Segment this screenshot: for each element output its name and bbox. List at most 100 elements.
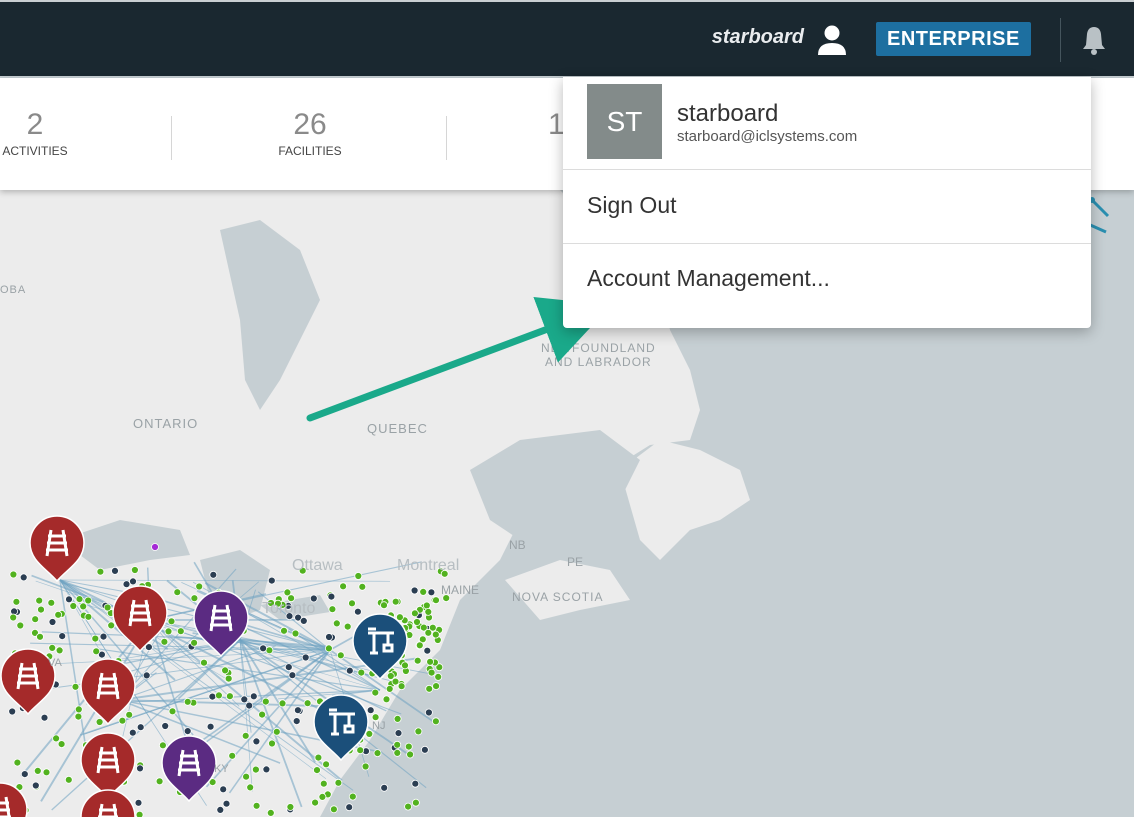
facility-dot[interactable]: [84, 612, 93, 621]
facility-dot[interactable]: [219, 785, 228, 794]
facility-dot[interactable]: [415, 641, 424, 650]
facility-dot[interactable]: [411, 779, 420, 788]
facility-dot[interactable]: [107, 621, 116, 630]
facility-dot[interactable]: [136, 723, 145, 732]
facility-dot[interactable]: [324, 644, 333, 653]
facility-dot[interactable]: [91, 634, 100, 643]
facility-dot[interactable]: [164, 627, 173, 636]
facility-dot[interactable]: [432, 596, 440, 605]
facility-dot[interactable]: [20, 770, 29, 778]
facility-dot[interactable]: [9, 570, 18, 579]
facility-dot[interactable]: [95, 718, 104, 726]
facility-dot[interactable]: [64, 775, 73, 784]
facility-dot[interactable]: [348, 792, 357, 801]
facility-dot[interactable]: [393, 740, 402, 749]
facility-dot[interactable]: [299, 617, 308, 625]
facility-dot[interactable]: [345, 803, 354, 812]
facility-dot[interactable]: [262, 765, 271, 774]
facility-dot[interactable]: [339, 582, 348, 591]
facility-dot[interactable]: [69, 602, 78, 610]
facility-dot[interactable]: [208, 692, 217, 701]
facility-dot[interactable]: [225, 692, 234, 701]
facility-dot[interactable]: [425, 684, 434, 693]
facility-dot[interactable]: [356, 746, 365, 755]
facility-dot[interactable]: [155, 777, 164, 786]
facility-dot[interactable]: [325, 633, 333, 641]
facility-dot[interactable]: [391, 597, 400, 606]
facility-dot[interactable]: [272, 727, 281, 736]
facility-dot[interactable]: [358, 582, 367, 591]
facility-dot[interactable]: [84, 596, 93, 605]
facility-dot[interactable]: [71, 682, 80, 691]
facility-dot[interactable]: [401, 661, 409, 670]
facility-dot[interactable]: [336, 651, 345, 660]
facility-dot[interactable]: [240, 695, 249, 704]
facility-dot[interactable]: [33, 767, 42, 775]
facility-dot[interactable]: [35, 596, 44, 605]
facility-dot[interactable]: [228, 751, 237, 760]
facility-dot[interactable]: [48, 618, 57, 626]
facility-dot[interactable]: [410, 586, 419, 595]
facility-dot[interactable]: [54, 610, 63, 619]
facility-dot[interactable]: [280, 626, 288, 635]
facility-dot[interactable]: [423, 646, 432, 655]
facility-dot[interactable]: [314, 753, 323, 762]
facility-dot[interactable]: [318, 793, 327, 801]
facility-dot[interactable]: [249, 692, 258, 701]
facility-dot[interactable]: [92, 647, 101, 656]
facility-dot[interactable]: [385, 685, 394, 693]
facility-dot[interactable]: [301, 653, 310, 662]
facility-dot[interactable]: [411, 798, 420, 807]
facility-dot[interactable]: [278, 699, 287, 708]
facility-dot[interactable]: [222, 799, 231, 808]
facility-dot[interactable]: [173, 588, 182, 597]
facility-dot[interactable]: [206, 722, 215, 731]
facility-dot[interactable]: [245, 701, 254, 710]
facility-dot[interactable]: [96, 567, 105, 576]
facility-dot[interactable]: [214, 691, 223, 700]
facility-dot[interactable]: [434, 673, 443, 681]
facility-dot[interactable]: [167, 617, 176, 626]
facility-dot[interactable]: [190, 638, 199, 647]
facility-dot[interactable]: [406, 750, 415, 759]
facility-dot[interactable]: [413, 656, 422, 665]
facility-dot[interactable]: [424, 608, 433, 616]
facility-dot[interactable]: [261, 697, 270, 706]
facility-dot[interactable]: [55, 646, 64, 655]
facility-dot[interactable]: [74, 705, 83, 714]
facility-dot[interactable]: [31, 781, 40, 790]
facility-dot[interactable]: [332, 619, 341, 628]
facility-dot[interactable]: [288, 671, 297, 680]
facility-dot[interactable]: [292, 717, 301, 725]
facility-dot[interactable]: [404, 742, 413, 751]
facility-dot[interactable]: [380, 783, 389, 792]
facility-dot[interactable]: [371, 688, 380, 697]
facility-dot[interactable]: [209, 570, 218, 579]
facility-dot[interactable]: [42, 768, 51, 777]
facility-dot[interactable]: [57, 740, 66, 748]
facility-dot[interactable]: [136, 764, 144, 773]
facility-dot[interactable]: [8, 707, 17, 716]
facility-dot[interactable]: [128, 728, 137, 737]
facility-dot[interactable]: [366, 706, 375, 715]
facility-dot[interactable]: [382, 695, 391, 704]
facility-dot[interactable]: [74, 712, 83, 721]
bell-icon[interactable]: [1079, 24, 1109, 56]
facility-dot[interactable]: [252, 737, 261, 746]
facility-dot[interactable]: [221, 666, 230, 675]
facility-dot[interactable]: [354, 572, 363, 580]
facility-dot[interactable]: [195, 582, 204, 591]
facility-dot[interactable]: [393, 749, 402, 757]
facility-dot[interactable]: [391, 677, 400, 686]
facility-dot[interactable]: [99, 632, 108, 641]
facility-dot[interactable]: [31, 615, 40, 624]
facility-dot[interactable]: [125, 710, 134, 719]
facility-dot[interactable]: [410, 609, 419, 618]
facility-dot[interactable]: [328, 605, 337, 614]
facility-dot[interactable]: [158, 741, 167, 750]
facility-dot[interactable]: [129, 577, 137, 586]
facility-dot[interactable]: [9, 613, 18, 622]
facility-dot[interactable]: [103, 603, 112, 612]
facility-dot[interactable]: [431, 717, 440, 726]
stat-activities[interactable]: 2 ACTIVITIES: [0, 108, 70, 158]
